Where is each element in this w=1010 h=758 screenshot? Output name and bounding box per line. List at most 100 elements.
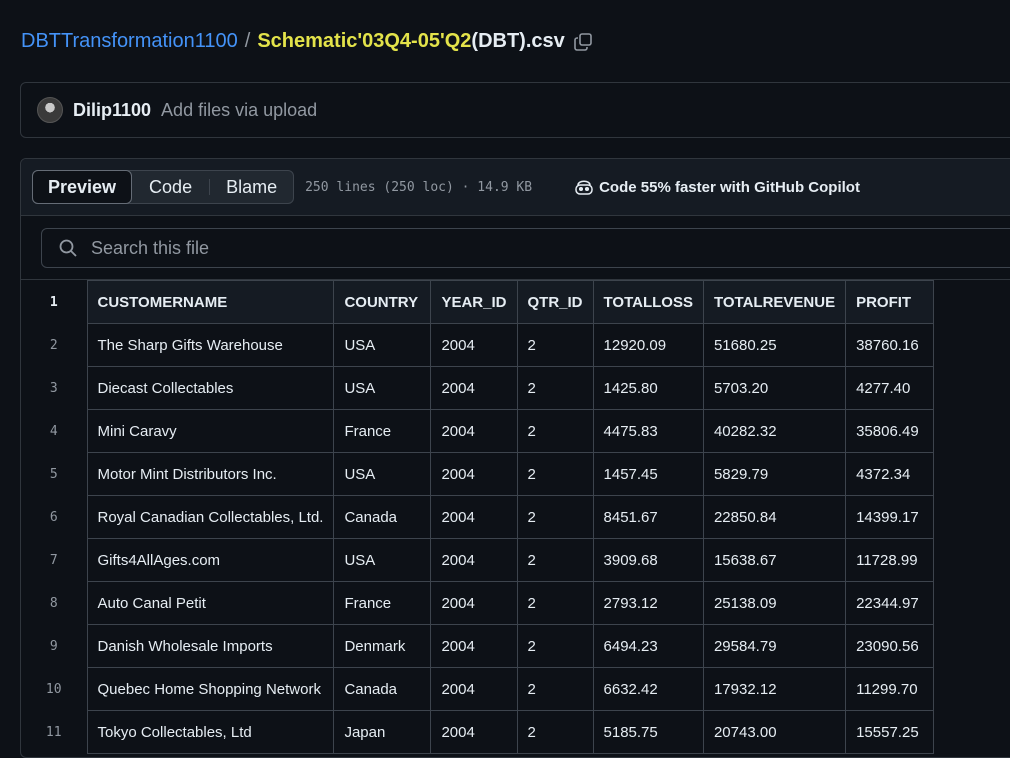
table-cell: 3909.68 xyxy=(592,538,704,582)
table-cell: 5703.20 xyxy=(702,366,847,410)
table-cell: 2 xyxy=(516,452,594,496)
column-header: PROFIT xyxy=(845,280,935,324)
table-cell: 4475.83 xyxy=(592,409,704,453)
table-cell: 5185.75 xyxy=(592,710,704,754)
table-cell: Quebec Home Shopping Network xyxy=(86,667,335,711)
table-cell: 29584.79 xyxy=(702,624,847,668)
table-row: 4 Mini Caravy France 2004 2 4475.83 40282.32 35… xyxy=(21,409,935,453)
table-cell: 4372.34 xyxy=(845,452,935,496)
table-cell: 1457.45 xyxy=(592,452,704,496)
table-cell: 2004 xyxy=(430,581,518,625)
table-cell: 20743.00 xyxy=(702,710,847,754)
copilot-promo[interactable]: Code 55% faster with GitHub Copilot xyxy=(574,178,860,196)
table-cell: 1425.80 xyxy=(592,366,704,410)
table-cell: 2 xyxy=(516,538,594,582)
table-row: 10 Quebec Home Shopping Network Canada 2004… xyxy=(21,667,935,711)
table-row: 8 Auto Canal Petit France 2004 2 2793.12 25138… xyxy=(21,581,935,625)
table-row: 11 Tokyo Collectables, Ltd Japan 2004 2 5185.… xyxy=(21,710,935,754)
line-number[interactable]: 5 xyxy=(21,453,87,496)
copilot-icon xyxy=(575,180,593,195)
code-tab[interactable]: Code xyxy=(132,170,209,204)
line-number[interactable]: 11 xyxy=(21,711,87,754)
table-body: 2 The Sharp Gifts Warehouse USA 2004 2 12920.… xyxy=(21,323,935,754)
table-cell: 2004 xyxy=(430,366,518,410)
table-cell: Mini Caravy xyxy=(86,409,335,453)
table-cell: 22344.97 xyxy=(845,581,935,625)
table-cell: USA xyxy=(333,323,432,367)
file-search xyxy=(41,228,1010,268)
line-number[interactable]: 7 xyxy=(21,539,87,582)
table-cell: 25138.09 xyxy=(702,581,847,625)
table-row: 2 The Sharp Gifts Warehouse USA 2004 2 12920.… xyxy=(21,323,935,367)
copy-path-icon[interactable] xyxy=(573,32,593,52)
preview-tab[interactable]: Preview xyxy=(32,170,133,204)
table-cell: 11299.70 xyxy=(845,667,935,711)
table-cell: Danish Wholesale Imports xyxy=(86,624,335,668)
line-number[interactable]: 2 xyxy=(21,324,87,367)
table-row: 6 Royal Canadian Collectables, Ltd. Canada… xyxy=(21,495,935,539)
table-cell: 15638.67 xyxy=(702,538,847,582)
table-cell: 11728.99 xyxy=(845,538,935,582)
table-row: 5 Motor Mint Distributors Inc. USA 2004 2 145… xyxy=(21,452,935,496)
commit-author[interactable]: Dilip1100 xyxy=(73,100,151,121)
table-cell: 2 xyxy=(516,366,594,410)
table-cell: 5829.79 xyxy=(702,452,847,496)
line-number[interactable]: 8 xyxy=(21,582,87,625)
copilot-promo-text: Code 55% faster with GitHub Copilot xyxy=(599,178,860,196)
line-number[interactable]: 6 xyxy=(21,496,87,539)
table-cell: 22850.84 xyxy=(702,495,847,539)
table-cell: Diecast Collectables xyxy=(86,366,335,410)
view-mode-toggle: Preview Code Blame xyxy=(32,170,295,204)
table-cell: 38760.16 xyxy=(845,323,935,367)
table-header-row: 1 CUSTOMERNAME COUNTRY YEAR_ID QTR_ID TO… xyxy=(21,280,935,324)
avatar[interactable] xyxy=(37,97,63,123)
table-cell: 35806.49 xyxy=(845,409,935,453)
table-cell: 2 xyxy=(516,495,594,539)
table-cell: Canada xyxy=(333,495,432,539)
table-cell: The Sharp Gifts Warehouse xyxy=(86,323,335,367)
line-number[interactable]: 1 xyxy=(21,280,87,324)
line-number[interactable]: 3 xyxy=(21,367,87,410)
file-info: 250 lines (250 loc) · 14.9 KB xyxy=(305,179,533,195)
table-cell: 2004 xyxy=(430,624,518,668)
table-cell: 17932.12 xyxy=(702,667,847,711)
table-cell: France xyxy=(333,581,432,625)
table-cell: USA xyxy=(333,538,432,582)
table-cell: 2 xyxy=(516,667,594,711)
column-header: COUNTRY xyxy=(333,280,432,324)
line-number[interactable]: 9 xyxy=(21,625,87,668)
csv-preview: 1 CUSTOMERNAME COUNTRY YEAR_ID QTR_ID TO… xyxy=(21,279,1010,757)
file-name-rest: (DBT).csv xyxy=(471,30,565,52)
table-cell: 2793.12 xyxy=(592,581,704,625)
table-row: 9 Danish Wholesale Imports Denmark 2004 2 649… xyxy=(21,624,935,668)
search-icon xyxy=(59,239,77,257)
table-cell: 2004 xyxy=(430,409,518,453)
commit-message[interactable]: Add files via upload xyxy=(161,100,317,121)
table-cell: France xyxy=(333,409,432,453)
blame-tab[interactable]: Blame xyxy=(210,170,293,204)
table-cell: 2004 xyxy=(430,538,518,582)
breadcrumb: DBTTransformation1100 / Schematic'03Q4-0… xyxy=(21,30,593,53)
latest-commit-bar: Dilip1100 Add files via upload xyxy=(20,82,1010,138)
table-cell: 2004 xyxy=(430,495,518,539)
search-input[interactable] xyxy=(89,236,893,260)
table-cell: Gifts4AllAges.com xyxy=(86,538,335,582)
csv-table: 1 CUSTOMERNAME COUNTRY YEAR_ID QTR_ID TO… xyxy=(21,280,935,754)
line-number[interactable]: 10 xyxy=(21,668,87,711)
breadcrumb-repo-link[interactable]: DBTTransformation1100 xyxy=(21,30,238,53)
line-number[interactable]: 4 xyxy=(21,410,87,453)
table-cell: Tokyo Collectables, Ltd xyxy=(86,710,335,754)
file-header: Preview Code Blame 250 lines (250 loc) ·… xyxy=(21,159,1010,216)
table-row: 7 Gifts4AllAges.com USA 2004 2 3909.68 15638.6… xyxy=(21,538,935,582)
table-cell: 2 xyxy=(516,624,594,668)
table-cell: 6632.42 xyxy=(592,667,704,711)
table-cell: 14399.17 xyxy=(845,495,935,539)
table-cell: Canada xyxy=(333,667,432,711)
table-cell: 8451.67 xyxy=(592,495,704,539)
table-cell: 40282.32 xyxy=(702,409,847,453)
table-cell: Japan xyxy=(333,710,432,754)
column-header: CUSTOMERNAME xyxy=(86,280,335,324)
table-row: 3 Diecast Collectables USA 2004 2 1425.80 5703… xyxy=(21,366,935,410)
table-cell: 15557.25 xyxy=(845,710,935,754)
table-cell: 12920.09 xyxy=(592,323,704,367)
